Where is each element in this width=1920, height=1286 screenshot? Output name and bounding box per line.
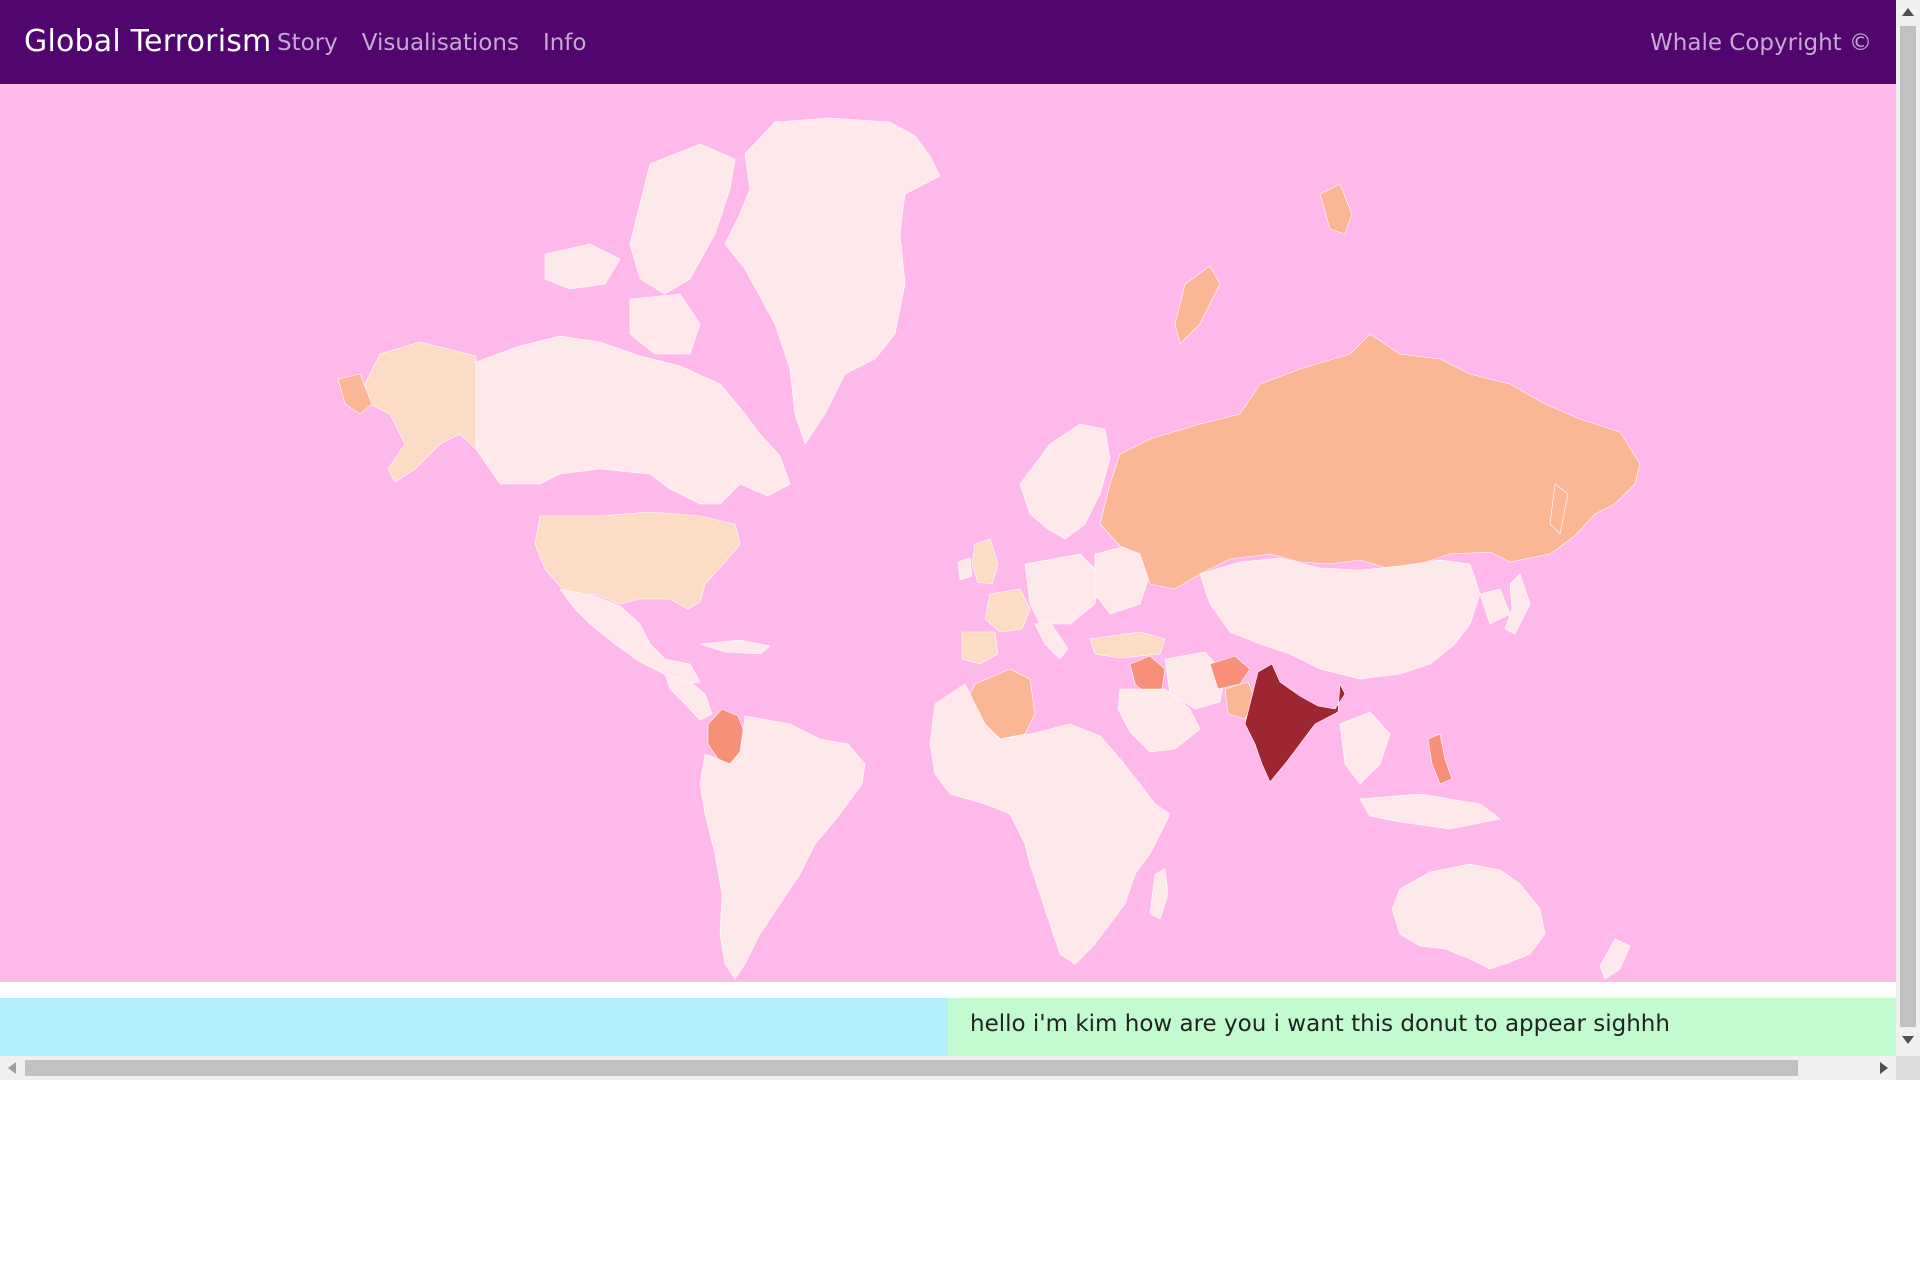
bottom-band-right: hello i'm kim how are you i want this do…: [948, 998, 1896, 1056]
bottom-band-text: hello i'm kim how are you i want this do…: [970, 1011, 1670, 1037]
bottom-band-left: [0, 998, 948, 1056]
country-russia-islands[interactable]: [1319, 183, 1353, 235]
horizontal-scroll-thumb[interactable]: [25, 1060, 1798, 1076]
country-madagascar[interactable]: [1149, 868, 1169, 920]
nav-link-story[interactable]: Story: [277, 24, 338, 62]
scroll-left-icon[interactable]: [8, 1062, 16, 1074]
country-japan[interactable]: [1504, 573, 1531, 635]
country-canada-islands-3[interactable]: [629, 293, 701, 355]
country-china[interactable]: [1199, 557, 1481, 680]
world-map: [337, 117, 1641, 980]
scroll-right-icon[interactable]: [1880, 1062, 1888, 1074]
country-alaska[interactable]: [364, 341, 477, 483]
page-viewport: Global Terrorism Story Visualisations In…: [0, 0, 1896, 1056]
country-france[interactable]: [984, 588, 1031, 633]
scroll-up-icon[interactable]: [1902, 8, 1914, 16]
nav-link-info[interactable]: Info: [543, 24, 587, 62]
navbar: Global Terrorism Story Visualisations In…: [0, 0, 1896, 84]
country-italy[interactable]: [1034, 621, 1069, 660]
country-caribbean[interactable]: [699, 639, 771, 655]
country-korea-japan[interactable]: [1479, 588, 1511, 625]
country-novaya-zemlya[interactable]: [1174, 265, 1221, 345]
country-central-europe[interactable]: [1024, 553, 1101, 625]
scrollbar-corner: [1896, 1056, 1920, 1080]
country-australia[interactable]: [1391, 863, 1546, 970]
copyright-text: Whale Copyright ©: [1650, 30, 1872, 56]
scroll-down-icon[interactable]: [1902, 1036, 1914, 1044]
horizontal-scrollbar[interactable]: [0, 1056, 1896, 1080]
nav-link-visualisations[interactable]: Visualisations: [362, 24, 519, 62]
country-united-kingdom[interactable]: [971, 538, 999, 585]
country-india[interactable]: [1244, 663, 1346, 783]
country-russia[interactable]: [1099, 333, 1641, 590]
country-canada-islands[interactable]: [629, 143, 736, 295]
country-ireland[interactable]: [957, 557, 973, 581]
brand-title[interactable]: Global Terrorism: [24, 22, 271, 62]
country-scandinavia[interactable]: [1019, 423, 1111, 540]
nav-links: Story Visualisations Info: [277, 24, 586, 62]
country-turkey[interactable]: [1089, 631, 1166, 659]
country-greenland[interactable]: [724, 117, 941, 445]
vertical-scrollbar[interactable]: [1896, 0, 1920, 1056]
world-map-panel: [0, 84, 1896, 982]
country-indonesia[interactable]: [1359, 793, 1501, 830]
country-new-zealand[interactable]: [1599, 938, 1631, 980]
country-spain[interactable]: [961, 631, 999, 665]
country-canada-islands-2[interactable]: [544, 243, 621, 290]
country-canada[interactable]: [475, 335, 791, 505]
country-philippines[interactable]: [1427, 733, 1453, 785]
country-southeast-asia[interactable]: [1339, 711, 1391, 785]
vertical-scroll-thumb[interactable]: [1900, 26, 1916, 1027]
